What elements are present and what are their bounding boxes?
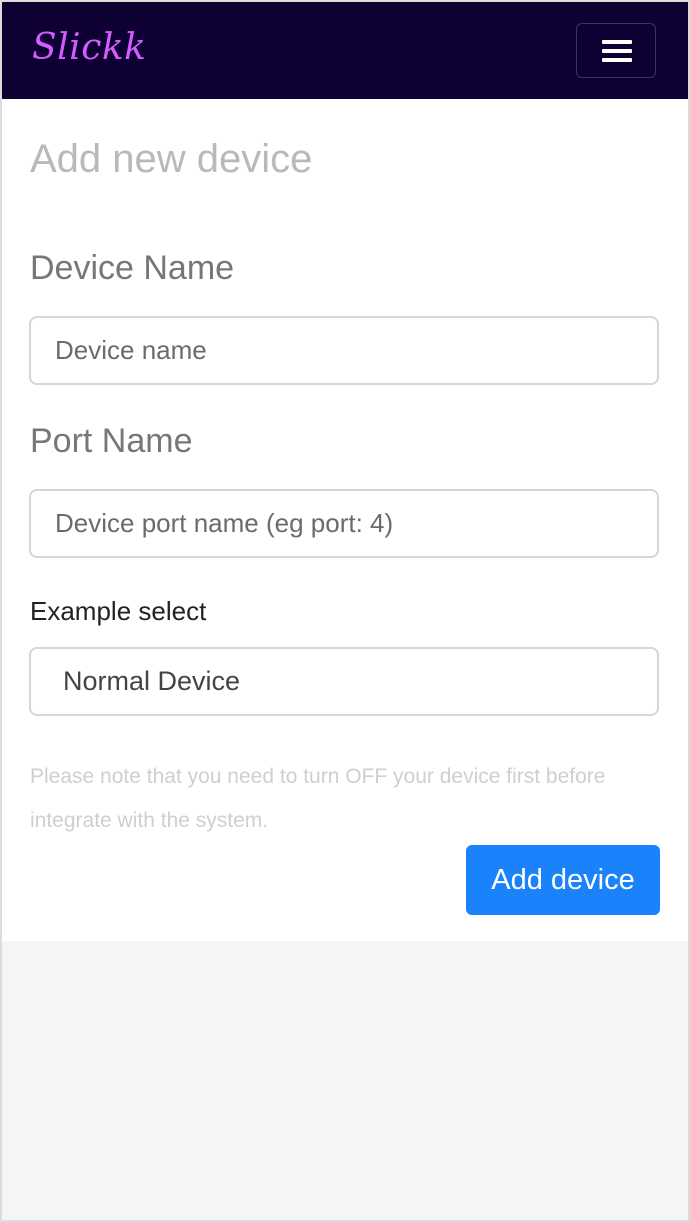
add-device-card: Add new device Device Name Port Name Exa… [2,99,688,941]
integration-note: Please note that you need to turn OFF yo… [30,765,606,832]
brand-logo[interactable]: Slickk [32,24,146,72]
menu-toggle-button[interactable] [576,23,656,78]
port-name-input[interactable] [29,489,659,558]
device-type-select[interactable]: Normal Device [29,647,659,716]
add-device-button[interactable]: Add device [466,845,660,915]
app-frame: Slickk Add new device Device Name Port N… [0,0,690,1222]
port-name-label: Port Name [30,422,193,460]
device-name-input[interactable] [29,316,659,385]
device-name-label: Device Name [30,249,235,287]
device-type-selected-value: Normal Device [63,666,241,696]
device-type-label: Example select [30,596,207,626]
page-title: Add new device [30,137,313,181]
navbar: Slickk [2,2,688,99]
